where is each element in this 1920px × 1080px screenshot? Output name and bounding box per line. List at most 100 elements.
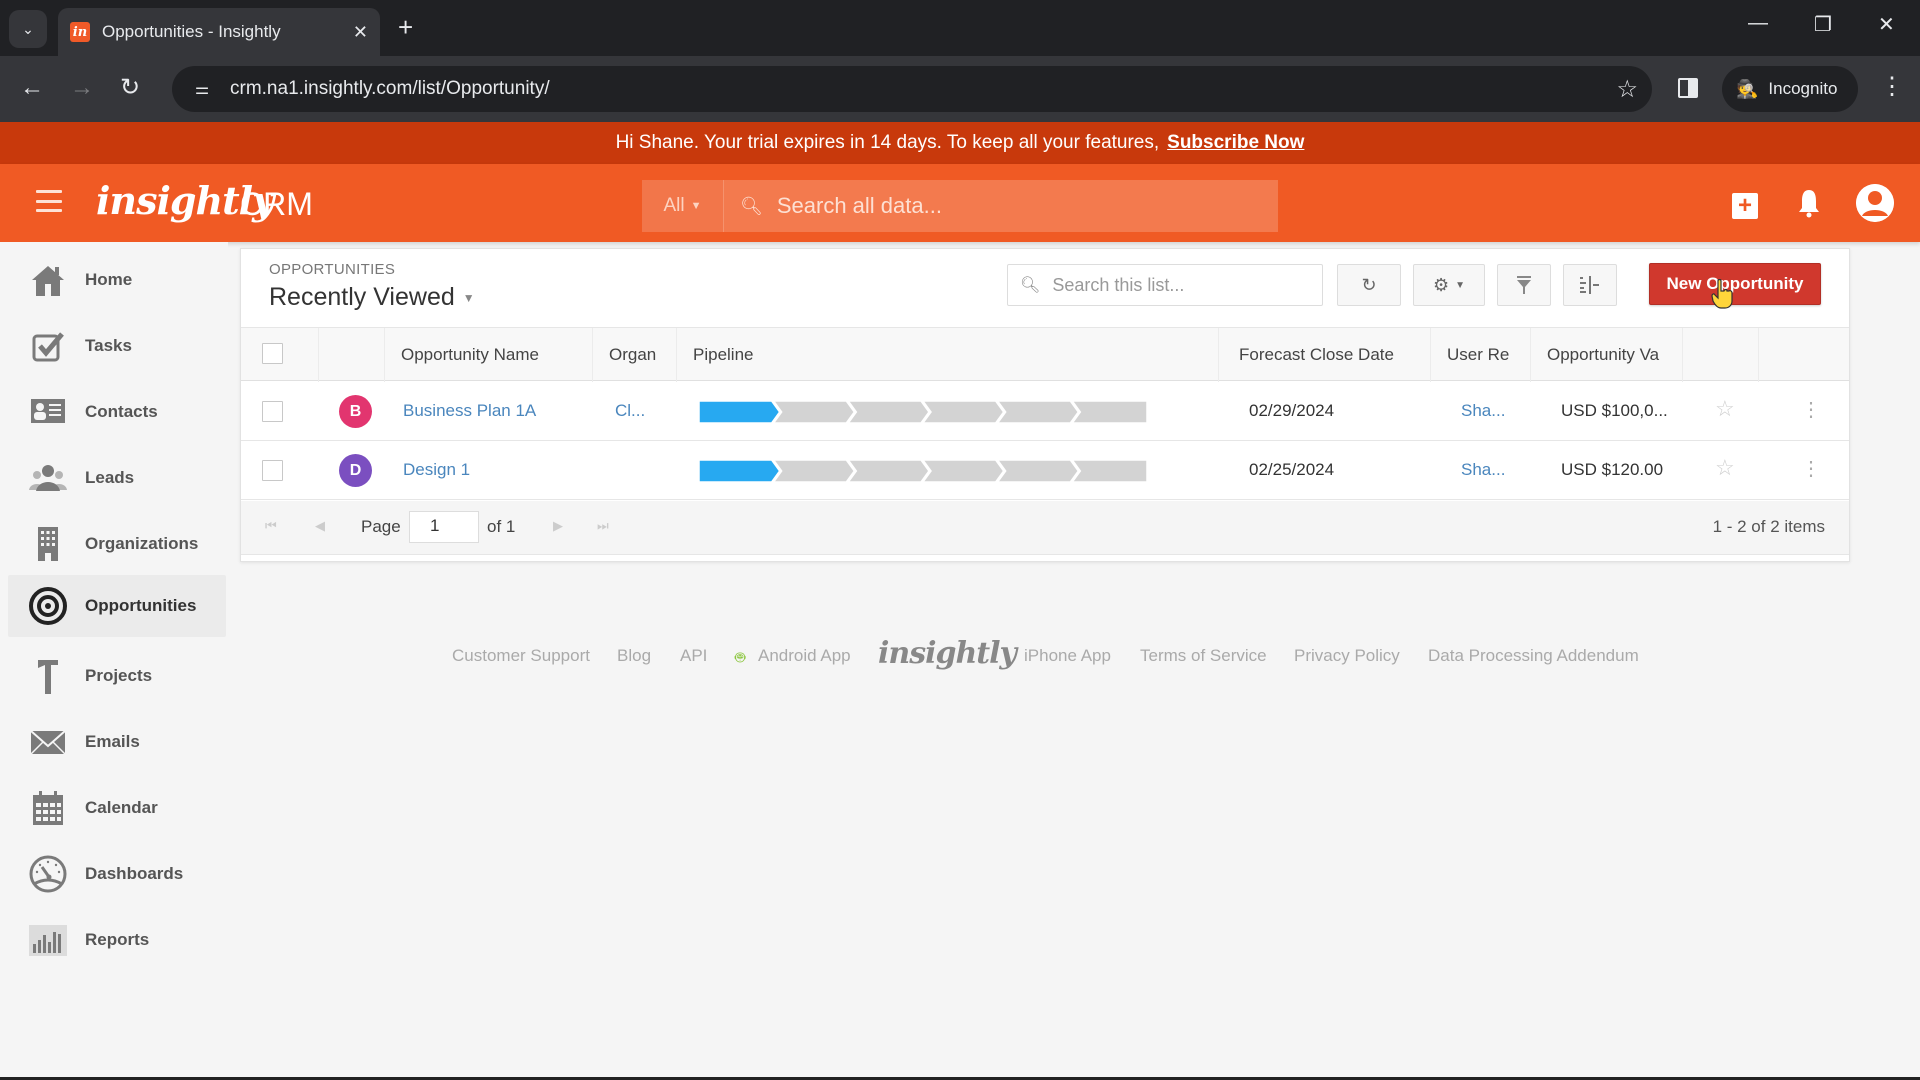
side-panel-icon[interactable] bbox=[1678, 78, 1698, 98]
search-icon: 🔍︎ bbox=[740, 195, 763, 216]
incognito-indicator[interactable]: 🕵 Incognito bbox=[1722, 66, 1858, 112]
previous-page-icon[interactable]: ◀ bbox=[315, 518, 325, 534]
column-layout-button[interactable] bbox=[1563, 264, 1617, 306]
pipeline-stage-pending bbox=[772, 401, 856, 423]
forward-arrow-icon[interactable]: → bbox=[70, 74, 94, 102]
sidebar-item-opportunities[interactable]: Opportunities bbox=[8, 575, 226, 637]
user-avatar-icon[interactable] bbox=[1856, 184, 1894, 222]
sidebar-label: Calendar bbox=[85, 798, 158, 817]
opportunity-name-link[interactable]: Business Plan 1A bbox=[403, 401, 536, 421]
browser-tab[interactable]: in Opportunities - Insightly ✕ bbox=[58, 8, 380, 56]
app-header: insightly CRM All ▼ 🔍︎ Search all data..… bbox=[0, 164, 1920, 242]
next-page-icon[interactable]: ▶ bbox=[553, 518, 563, 534]
row-checkbox[interactable] bbox=[262, 460, 283, 481]
footer-link-blog[interactable]: Blog bbox=[617, 646, 651, 666]
sidebar-item-emails[interactable]: Emails bbox=[8, 711, 226, 773]
column-header-opportunity-value[interactable]: Opportunity Va bbox=[1531, 328, 1683, 382]
footer-link-api[interactable]: API bbox=[680, 646, 707, 666]
sidebar-label: Tasks bbox=[85, 336, 132, 355]
sidebar-item-reports[interactable]: Reports bbox=[8, 909, 226, 971]
filter-button[interactable] bbox=[1497, 264, 1551, 306]
back-arrow-icon[interactable]: ← bbox=[20, 74, 44, 102]
search-scope-dropdown[interactable]: All ▼ bbox=[642, 180, 724, 232]
table-row[interactable]: D Design 1 02/25/2024 Sha... USD $120.00… bbox=[241, 441, 1849, 500]
url-text[interactable]: crm.na1.insightly.com/list/Opportunity/ bbox=[230, 78, 550, 100]
caret-down-icon: ▼ bbox=[690, 200, 702, 212]
pipeline-stage-pending bbox=[1071, 460, 1147, 482]
row-actions-menu-icon[interactable]: ⋮ bbox=[1801, 397, 1821, 422]
tab-search-button[interactable]: ⌄ bbox=[9, 10, 47, 48]
close-tab-icon[interactable]: ✕ bbox=[353, 22, 368, 43]
hand-cursor-icon bbox=[1711, 279, 1733, 309]
column-header-forecast-close-date[interactable]: Forecast Close Date bbox=[1219, 328, 1431, 382]
column-header-user-responsible[interactable]: User Re bbox=[1431, 328, 1531, 382]
close-window-icon[interactable]: ✕ bbox=[1878, 12, 1895, 37]
pipeline-stage-complete bbox=[699, 401, 781, 423]
sidebar-item-calendar[interactable]: Calendar bbox=[8, 777, 226, 839]
address-bar[interactable]: ⚌ crm.na1.insightly.com/list/Opportunity… bbox=[172, 66, 1652, 112]
target-icon bbox=[29, 587, 67, 625]
sidebar-label: Emails bbox=[85, 732, 140, 751]
organization-link[interactable]: Cl... bbox=[615, 401, 645, 421]
pipeline-stage-pending bbox=[996, 401, 1080, 423]
pagination-bar: ⏮ ◀ Page 1 of 1 ▶ ⏭ 1 - 2 of 2 items bbox=[241, 501, 1849, 555]
footer-link-privacy-policy[interactable]: Privacy Policy bbox=[1294, 646, 1400, 666]
subscribe-now-link[interactable]: Subscribe Now bbox=[1167, 132, 1304, 154]
opportunity-name-link[interactable]: Design 1 bbox=[403, 460, 470, 480]
sidebar-item-dashboards[interactable]: Dashboards bbox=[8, 843, 226, 905]
table-header: Opportunity Name Organ Pipeline Forecast… bbox=[241, 327, 1849, 382]
hamburger-menu-icon[interactable] bbox=[36, 190, 62, 212]
sidebar-label: Contacts bbox=[85, 402, 158, 421]
column-header-organization[interactable]: Organ bbox=[593, 328, 677, 382]
sidebar-item-tasks[interactable]: Tasks bbox=[8, 315, 226, 377]
table-row[interactable]: B Business Plan 1A Cl... 02/29/2024 Sha.… bbox=[241, 382, 1849, 441]
last-page-icon[interactable]: ⏭ bbox=[597, 518, 609, 534]
home-icon bbox=[32, 266, 64, 296]
star-icon[interactable]: ☆ bbox=[1715, 455, 1735, 481]
first-page-icon[interactable]: ⏮ bbox=[265, 518, 277, 534]
browser-menu-icon[interactable]: ⋮ bbox=[1880, 72, 1904, 101]
restore-icon[interactable]: ❐ bbox=[1814, 12, 1832, 37]
search-icon: 🔍︎ bbox=[1020, 277, 1041, 294]
footer-link-iphone-app[interactable]: iPhone App bbox=[1024, 646, 1111, 666]
select-all-checkbox[interactable] bbox=[262, 343, 283, 364]
row-actions-menu-icon[interactable]: ⋮ bbox=[1801, 456, 1821, 481]
list-view-dropdown[interactable]: Recently Viewed ▼ bbox=[269, 283, 475, 312]
user-responsible-link[interactable]: Sha... bbox=[1461, 460, 1505, 480]
settings-dropdown-button[interactable]: ⚙ ▼ bbox=[1413, 264, 1485, 306]
star-icon[interactable]: ☆ bbox=[1715, 396, 1735, 422]
new-tab-button[interactable]: + bbox=[398, 12, 413, 42]
footer-link-terms-of-service[interactable]: Terms of Service bbox=[1140, 646, 1267, 666]
page-number-input[interactable]: 1 bbox=[409, 511, 479, 543]
refresh-button[interactable]: ↻ bbox=[1337, 264, 1401, 306]
trial-message: Hi Shane. Your trial expires in 14 days.… bbox=[615, 132, 1160, 153]
reload-icon[interactable]: ↻ bbox=[120, 74, 140, 102]
column-header-opportunity-name[interactable]: Opportunity Name bbox=[385, 328, 593, 382]
sidebar-item-leads[interactable]: Leads bbox=[8, 447, 226, 509]
footer-link-data-processing-addendum[interactable]: Data Processing Addendum bbox=[1428, 646, 1639, 666]
footer-link-android-app[interactable]: Android App bbox=[758, 646, 851, 666]
notifications-bell-icon[interactable] bbox=[1797, 188, 1821, 218]
leads-icon bbox=[29, 465, 67, 491]
site-info-icon[interactable]: ⚌ bbox=[184, 79, 220, 99]
bookmark-star-icon[interactable]: ☆ bbox=[1616, 75, 1638, 104]
pipeline-stage-pending bbox=[922, 460, 1005, 482]
new-opportunity-button[interactable]: New Opportunity bbox=[1649, 263, 1821, 305]
product-name: CRM bbox=[240, 186, 313, 222]
quick-add-icon[interactable]: + bbox=[1732, 193, 1758, 219]
opportunities-list-panel: OPPORTUNITIES Recently Viewed ▼ 🔍︎ Searc… bbox=[240, 248, 1850, 562]
user-responsible-link[interactable]: Sha... bbox=[1461, 401, 1505, 421]
list-search-input[interactable]: 🔍︎ Search this list... bbox=[1007, 264, 1323, 306]
sidebar-item-contacts[interactable]: Contacts bbox=[8, 381, 226, 443]
column-header-pipeline[interactable]: Pipeline bbox=[677, 328, 1219, 382]
footer-link-customer-support[interactable]: Customer Support bbox=[452, 646, 590, 666]
global-search-input[interactable]: 🔍︎ Search all data... bbox=[724, 180, 1278, 232]
sidebar-label: Organizations bbox=[85, 534, 199, 553]
page-count-label: of 1 bbox=[487, 517, 516, 536]
sidebar-label: Reports bbox=[85, 930, 150, 949]
filter-icon bbox=[1517, 276, 1531, 294]
minimize-icon[interactable]: — bbox=[1748, 12, 1768, 35]
row-checkbox[interactable] bbox=[262, 401, 283, 422]
sidebar-item-organizations[interactable]: Organizations bbox=[8, 513, 226, 575]
sidebar-item-home[interactable]: Home bbox=[8, 249, 226, 311]
